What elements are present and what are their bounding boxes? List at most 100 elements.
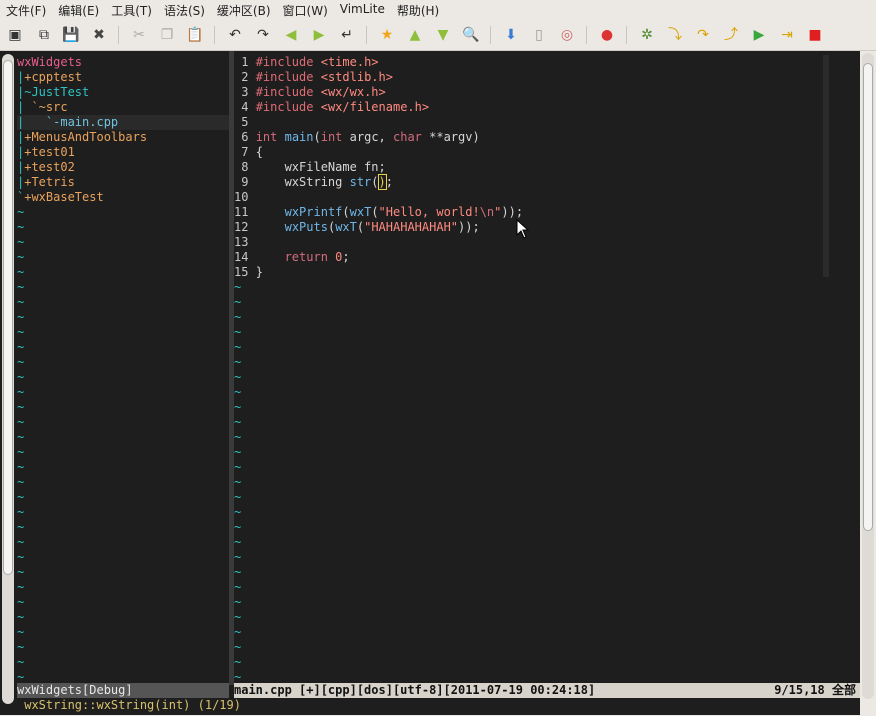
tree-statusline: wxWidgets[Debug] <box>17 683 229 698</box>
empty-line-marker: ~ <box>234 460 242 474</box>
empty-line-marker: ~ <box>234 655 242 669</box>
right-scrollbar-thumb[interactable] <box>863 63 873 531</box>
code-token: wxFileName fn; <box>255 160 386 174</box>
forward-icon[interactable]: ▶ <box>309 25 329 45</box>
stop-icon[interactable]: ■ <box>805 25 825 45</box>
download-icon[interactable]: ⬇ <box>501 25 521 45</box>
line-number: 12 <box>234 220 256 234</box>
empty-line-marker: ~ <box>17 265 25 279</box>
code-token: #include <box>255 85 321 99</box>
menu-item-4[interactable]: 缓冲区(B) <box>211 0 277 20</box>
code-token: )); <box>501 205 524 219</box>
star-icon[interactable]: ★ <box>377 25 397 45</box>
up-icon[interactable]: ▲ <box>405 25 425 45</box>
tree-item[interactable]: |+test01 <box>17 145 75 160</box>
back-icon[interactable]: ◀ <box>281 25 301 45</box>
code-line[interactable]: 11 wxPrintf(wxT("Hello, world!\n")); <box>234 205 523 220</box>
code-line[interactable]: 10 <box>234 190 256 205</box>
code-line[interactable]: 13 <box>234 235 256 250</box>
tree-item[interactable]: |~JustTest <box>17 85 89 100</box>
empty-line-marker: ~ <box>17 655 25 669</box>
code-line[interactable]: 1 #include <time.h> <box>234 55 378 70</box>
empty-line-marker: ~ <box>234 580 242 594</box>
menu-item-3[interactable]: 语法(S) <box>158 0 211 20</box>
empty-line-marker: ~ <box>234 280 242 294</box>
empty-line-marker: ~ <box>234 505 242 519</box>
step-into-icon[interactable]: ⤵ <box>665 25 685 45</box>
tree-item-label: +MenusAndToolbars <box>24 130 148 144</box>
code-token: argc, <box>349 130 393 144</box>
menu-item-5[interactable]: 窗口(W) <box>277 0 334 20</box>
tree-item[interactable]: wxWidgets <box>17 55 82 70</box>
empty-line-marker: ~ <box>17 580 25 594</box>
tree-item[interactable]: |+Tetris <box>17 175 75 190</box>
tree-item[interactable]: |+cpptest <box>17 70 82 85</box>
redo-icon[interactable]: ↷ <box>253 25 273 45</box>
code-line[interactable]: 4 #include <wx/filename.h> <box>234 100 429 115</box>
vim-editor[interactable]: wxWidgets |+cpptest |~JustTest | `~src | `-m… <box>0 51 860 715</box>
tree-item[interactable]: | `-main.cpp <box>17 115 229 130</box>
load-session-icon[interactable]: ⧉ <box>34 25 54 45</box>
step-over-icon[interactable]: ↷ <box>693 25 713 45</box>
cut-icon[interactable]: ✂ <box>129 25 149 45</box>
menu-item-7[interactable]: 帮助(H) <box>391 0 445 20</box>
bookmark-icon[interactable]: ● <box>597 25 617 45</box>
left-scrollbar-thumb[interactable] <box>3 60 13 575</box>
save-icon[interactable]: 💾 <box>61 25 81 45</box>
empty-line-marker: ~ <box>17 280 25 294</box>
code-pane[interactable]: 1 #include <time.h> 2 #include <stdlib.h… <box>234 55 860 685</box>
vimlite-window: 文件(F) 编辑(E) 工具(T) 语法(S) 缓冲区(B) 窗口(W) VimLite 帮助… <box>0 0 876 716</box>
menu-item-6[interactable]: VimLite <box>334 0 391 20</box>
trash-icon[interactable]: ▯ <box>529 25 549 45</box>
empty-line-marker: ~ <box>234 325 242 339</box>
menu-item-1[interactable]: 编辑(E) <box>52 0 105 20</box>
code-line[interactable]: 15 } <box>234 265 263 280</box>
search-icon[interactable]: 🔍 <box>461 25 481 45</box>
palette-icon[interactable]: ◎ <box>557 25 577 45</box>
line-number: 11 <box>234 205 256 219</box>
code-line[interactable]: 6 int main(int argc, char **argv) <box>234 130 479 145</box>
line-number: 15 <box>234 265 256 279</box>
jump-icon[interactable]: ↵ <box>337 25 357 45</box>
undo-icon[interactable]: ↶ <box>225 25 245 45</box>
down-icon[interactable]: ▼ <box>433 25 453 45</box>
code-token: int <box>255 130 285 144</box>
debug-icon[interactable]: ✲ <box>637 25 657 45</box>
code-token: <wx/wx.h> <box>320 85 386 99</box>
right-scrollbar[interactable] <box>860 51 876 701</box>
empty-line-marker: ~ <box>234 550 242 564</box>
continue-icon[interactable]: ▶ <box>749 25 769 45</box>
run-to-cursor-icon[interactable]: ⇥ <box>777 25 797 45</box>
tree-item[interactable]: |+MenusAndToolbars <box>17 130 147 145</box>
tree-item[interactable]: | `~src <box>17 100 68 115</box>
line-number: 9 <box>234 175 256 189</box>
menu-item-0[interactable]: 文件(F) <box>0 0 52 20</box>
code-line[interactable]: 9 wxString str(); <box>234 174 393 190</box>
code-token: ( <box>313 130 321 144</box>
code-line[interactable]: 14 return 0; <box>234 250 350 265</box>
left-scrollbar[interactable] <box>2 54 14 704</box>
code-line[interactable]: 2 #include <stdlib.h> <box>234 70 393 85</box>
code-line[interactable]: 8 wxFileName fn; <box>234 160 386 175</box>
menu-item-2[interactable]: 工具(T) <box>105 0 158 20</box>
empty-line-marker: ~ <box>17 610 25 624</box>
project-tree-pane[interactable]: wxWidgets |+cpptest |~JustTest | `~src | `-m… <box>17 55 229 685</box>
tree-item-label: +Tetris <box>24 175 75 189</box>
paste-icon[interactable]: 📋 <box>185 25 205 45</box>
line-number: 7 <box>234 145 256 159</box>
empty-line-marker: ~ <box>234 640 242 654</box>
empty-line-marker: ~ <box>17 640 25 654</box>
code-token: \n <box>479 205 495 219</box>
empty-line-marker: ~ <box>17 205 25 219</box>
empty-line-marker: ~ <box>17 370 25 384</box>
tree-item[interactable]: `+wxBaseTest <box>17 190 104 205</box>
code-line[interactable]: 7 { <box>234 145 263 160</box>
step-out-icon[interactable]: ⤴ <box>721 25 741 45</box>
tree-item[interactable]: |+test02 <box>17 160 75 175</box>
code-line[interactable]: 12 wxPuts(wxT("HAHAHAHAHAH")); <box>234 220 480 235</box>
code-line[interactable]: 3 #include <wx/wx.h> <box>234 85 386 100</box>
copy-icon[interactable]: ❐ <box>157 25 177 45</box>
open-icon[interactable]: ▣ <box>5 25 25 45</box>
close-icon[interactable]: ✖ <box>89 25 109 45</box>
code-line[interactable]: 5 <box>234 115 256 130</box>
